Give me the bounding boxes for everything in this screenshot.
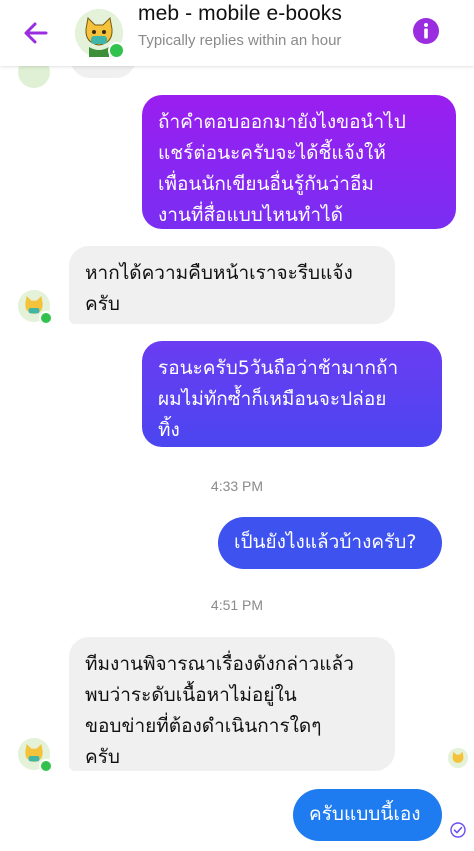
message-bubble-incoming[interactable]: ทีมงานพิจารณาเรื่องดังกล่าวแล้ว พบว่าระด… xyxy=(69,637,395,771)
online-status-dot xyxy=(39,311,53,325)
message-bubble-incoming[interactable]: หากได้ความคืบหน้าเราจะรีบแจ้ง ครับ xyxy=(69,246,395,324)
message-line: ครับ xyxy=(85,746,120,768)
message-line: รอนะครับ5วันถือว่าช้ามากถ้า xyxy=(158,357,399,379)
avatar[interactable] xyxy=(18,738,53,773)
message-line: แชร์ต่อนะครับจะได้ชี้แจ้งให้ xyxy=(158,142,386,164)
page-title[interactable]: meb - mobile e-books xyxy=(138,2,342,26)
seen-avatar xyxy=(448,748,468,768)
online-status-dot xyxy=(39,759,53,773)
timestamp: 4:33 PM xyxy=(210,478,264,494)
timestamp: 4:51 PM xyxy=(210,597,264,613)
info-icon[interactable] xyxy=(412,17,440,45)
message-line: พบว่าระดับเนื้อหาไม่อยู่ใน xyxy=(85,684,297,706)
chat-header: meb - mobile e-books Typically replies w… xyxy=(0,0,474,66)
message-line: ถ้าคำตอบออกมายังไงขอนำไป xyxy=(158,111,406,133)
message-line: ขอบข่ายที่ต้องดำเนินการใดๆ xyxy=(85,715,322,737)
message-line: เป็นยังไงแล้วบ้างครับ? xyxy=(234,531,417,553)
back-arrow-icon[interactable] xyxy=(18,15,54,51)
message-line: ทีมงานพิจารณาเรื่องดังกล่าวแล้ว xyxy=(85,653,354,675)
delivered-check-icon xyxy=(450,822,466,838)
message-line: ทิ้ง xyxy=(158,419,180,441)
avatar[interactable] xyxy=(75,9,125,59)
cat-mascot-icon xyxy=(448,748,468,768)
message-bubble-outgoing[interactable]: รอนะครับ5วันถือว่าช้ามากถ้า ผมไม่ทักซ้ำก… xyxy=(142,341,442,447)
message-line: ครับ xyxy=(85,293,120,315)
reply-time-subtitle: Typically replies within an hour xyxy=(138,32,342,49)
message-bubble-outgoing[interactable]: เป็นยังไงแล้วบ้างครับ? xyxy=(218,517,442,569)
message-line: เพื่อนนักเขียนอื่นรู้กันว่าอีม xyxy=(158,173,374,195)
message-line: ครับแบบนี้เอง xyxy=(309,803,421,825)
message-line: งานที่สื่อแบบไหนทำได้ xyxy=(158,204,343,226)
avatar[interactable] xyxy=(18,290,53,325)
message-line: หากได้ความคืบหน้าเราจะรีบแจ้ง xyxy=(85,262,353,284)
message-bubble-outgoing[interactable]: ครับแบบนี้เอง xyxy=(293,789,442,841)
online-status-dot xyxy=(108,42,125,59)
message-line: ผมไม่ทักซ้ำก็เหมือนจะปล่อย xyxy=(158,388,387,410)
message-bubble-outgoing[interactable]: ถ้าคำตอบออกมายังไงขอนำไป แชร์ต่อนะครับจะ… xyxy=(142,95,456,229)
